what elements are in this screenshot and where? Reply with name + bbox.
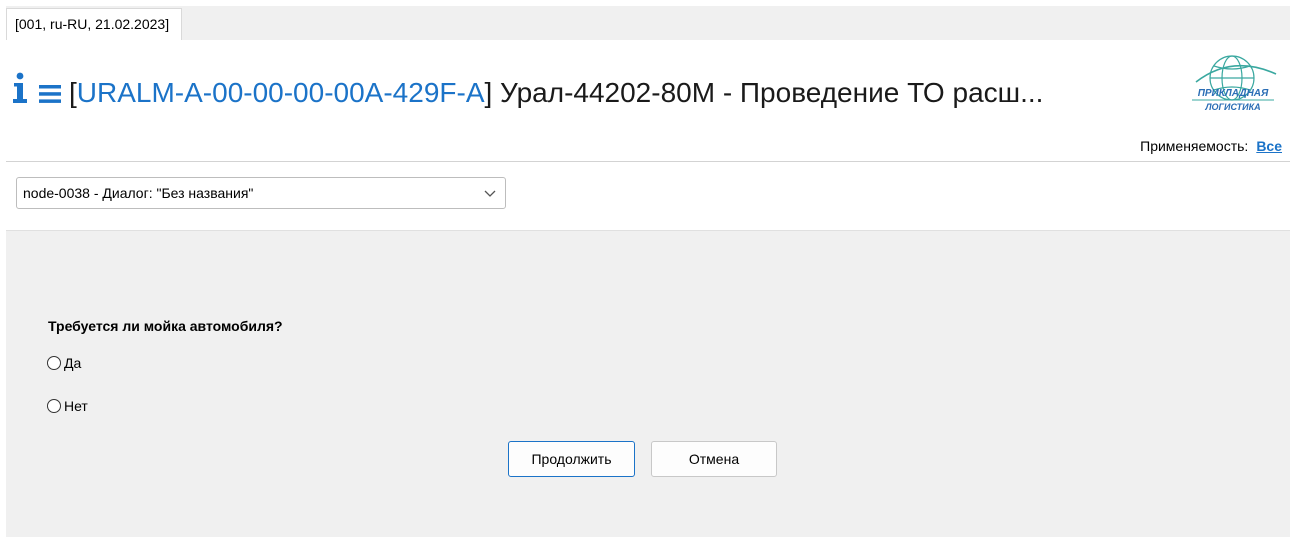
node-select[interactable]: node-0038 - Диалог: "Без названия": [16, 177, 506, 209]
node-select-value: node-0038 - Диалог: "Без названия": [23, 185, 254, 201]
title-bracket-open: [: [69, 77, 77, 108]
header-divider: [6, 161, 1290, 162]
radio-label-no: Нет: [64, 398, 88, 414]
cancel-button[interactable]: Отмена: [651, 441, 777, 477]
applicability-link[interactable]: Все: [1256, 138, 1282, 154]
tab-document[interactable]: [001, ru-RU, 21.02.2023]: [6, 8, 183, 40]
applicability-row: Применяемость: Все: [1140, 138, 1282, 154]
document-code-link[interactable]: URALM-A-00-00-00-00A-429F-A: [77, 77, 485, 108]
company-logo: ПРИКЛАДНАЯ ЛОГИСТИКА: [1192, 55, 1277, 112]
document-header: [URALM-A-00-00-00-00A-429F-A] Урал-44202…: [6, 40, 1290, 162]
logo-line1: ПРИКЛАДНАЯ: [1198, 88, 1269, 99]
title-text: Урал-44202-80М - Проведение ТО расш...: [492, 77, 1044, 108]
logo-line2: ЛОГИСТИКА: [1204, 102, 1260, 112]
continue-button[interactable]: Продолжить: [508, 441, 635, 477]
menu-icon[interactable]: [39, 84, 61, 104]
tab-bar: [001, ru-RU, 21.02.2023]: [6, 6, 1290, 40]
dialog-panel: Требуется ли мойка автомобиля? Да Нет Пр…: [6, 230, 1290, 537]
applicability-label: Применяемость:: [1140, 138, 1249, 154]
page-title: [URALM-A-00-00-00-00A-429F-A] Урал-44202…: [69, 73, 1043, 113]
chevron-down-icon: [484, 190, 496, 197]
radio-label-yes: Да: [64, 355, 82, 371]
info-icon[interactable]: [10, 72, 30, 106]
viewer-window: [001, ru-RU, 21.02.2023] [URALM-A-00-00-…: [6, 6, 1290, 537]
radio-circle-icon[interactable]: [47, 399, 61, 413]
dialog-question: Требуется ли мойка автомобиля?: [48, 318, 283, 334]
radio-circle-icon[interactable]: [47, 356, 61, 370]
